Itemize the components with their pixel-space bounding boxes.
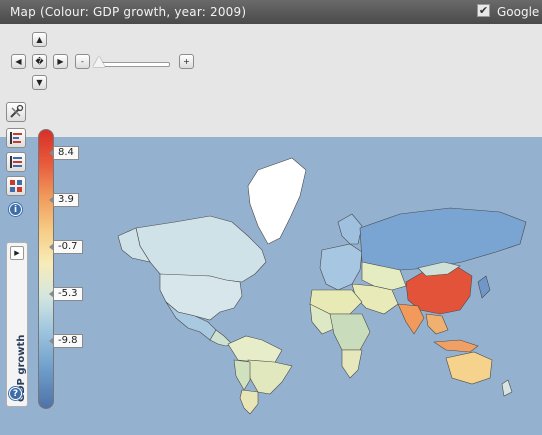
play-button[interactable]: ▶ xyxy=(10,246,24,260)
map-viewport[interactable]: ▲ ◀ � ▶ ▼ - + i ▶ GDP growth ? 8.4 3.9 -… xyxy=(0,24,542,435)
title-bar: Map (Colour: GDP growth, year: 2009) ✔ G… xyxy=(0,0,542,24)
settings-tools-button[interactable] xyxy=(6,102,26,122)
legend-tick-label: 3.9 xyxy=(49,193,79,207)
pan-up-button[interactable]: ▲ xyxy=(32,32,47,47)
wrench-icon xyxy=(10,104,24,118)
legend-tick-label: -0.7 xyxy=(49,240,83,254)
chart-type-button-2[interactable] xyxy=(6,152,26,172)
zoom-in-button[interactable]: + xyxy=(179,54,194,69)
color-scale-bar[interactable] xyxy=(38,129,54,409)
google-overlay-checkbox[interactable]: ✔ xyxy=(477,4,490,17)
legend-tick-label: -5.3 xyxy=(49,287,83,301)
pan-center-button[interactable]: � xyxy=(32,54,47,69)
zoom-slider-thumb[interactable] xyxy=(93,56,105,67)
help-icon[interactable]: ? xyxy=(9,387,22,400)
legend-tick-label: 8.4 xyxy=(49,146,79,160)
legend-tick-label: -9.8 xyxy=(49,334,83,348)
zoom-slider-track[interactable] xyxy=(95,62,170,67)
chart-type-button-1[interactable] xyxy=(6,128,26,148)
pan-down-button[interactable]: ▼ xyxy=(32,75,47,90)
zoom-out-button[interactable]: - xyxy=(75,54,90,69)
pan-right-button[interactable]: ▶ xyxy=(53,54,68,69)
map-title: Map (Colour: GDP growth, year: 2009) xyxy=(10,5,247,19)
list-chart-icon xyxy=(10,156,22,168)
world-map[interactable] xyxy=(0,24,542,435)
grid-chart-icon xyxy=(10,180,22,192)
chart-type-button-3[interactable] xyxy=(6,176,26,196)
bar-chart-icon xyxy=(10,132,22,144)
google-overlay-label: Google xyxy=(497,5,540,19)
info-icon[interactable]: i xyxy=(9,203,22,216)
pan-left-button[interactable]: ◀ xyxy=(11,54,26,69)
